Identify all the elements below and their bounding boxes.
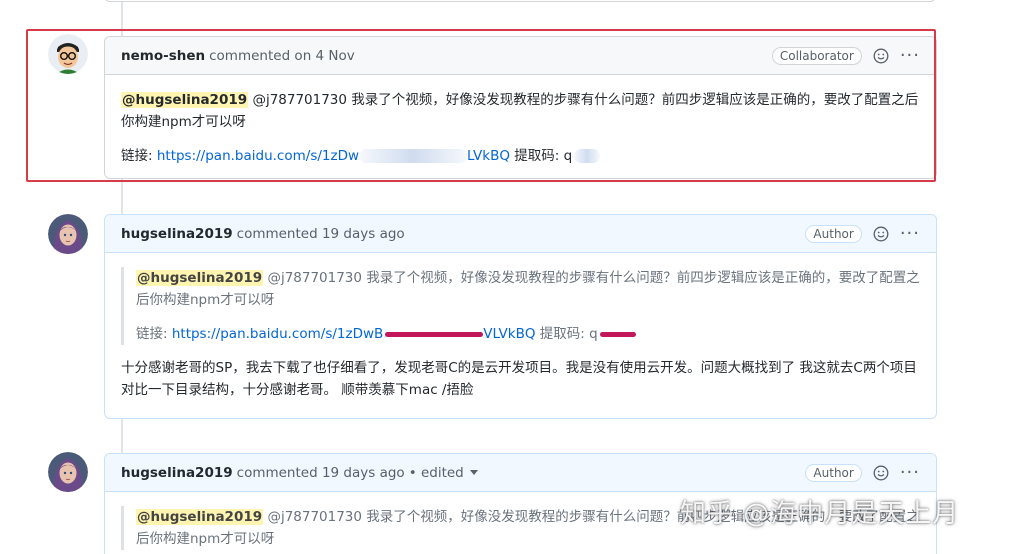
redaction-scribble (385, 331, 484, 337)
code-label: 提取码: (535, 326, 590, 342)
comment-hugselina2019-1: hugselina2019 commented 19 days ago Auth… (104, 214, 937, 419)
edited-label: • edited (408, 464, 464, 481)
avatar-hugselina2019[interactable] (48, 214, 88, 254)
author-badge: Author (805, 463, 862, 482)
previous-comment-bottom (104, 0, 936, 2)
reply-text: 十分感谢老哥的SP，我去下载了也仔细看了，发现老哥C的是云开发项目。我是没有使用… (121, 360, 917, 398)
kebab-icon[interactable]: ··· (900, 224, 920, 242)
edited-dropdown[interactable]: • edited (409, 465, 478, 481)
comment-timestamp[interactable]: commented 19 days ago (237, 465, 405, 481)
smiley-icon[interactable] (872, 225, 890, 243)
watermark: 知乎 @海中月是天上月 (680, 499, 960, 529)
redaction-scribble (599, 331, 636, 337)
caret-down-icon (469, 470, 478, 475)
smiley-icon[interactable] (872, 464, 890, 482)
comment-timestamp[interactable]: commented 19 days ago (237, 226, 405, 242)
share-link-end[interactable]: VLVkBQ (483, 326, 535, 342)
quote-link-row: 链接: https://pan.baidu.com/s/1zDwB VLVkBQ … (136, 323, 920, 345)
mention-link[interactable]: @hugselina2019 (136, 270, 264, 286)
blockquote: @hugselina2019 @j787701730 我录了个视频，好像没发现教… (121, 267, 920, 345)
share-link-start[interactable]: https://pan.baidu.com/s/1zDwB (172, 326, 383, 342)
issue-timeline: nemo-shen commented on 4 Nov Collaborato… (0, 0, 1025, 554)
quote-text: @hugselina2019 @j787701730 我录了个视频，好像没发现教… (136, 267, 920, 311)
highlight-frame (26, 29, 936, 182)
mention-link[interactable]: @hugselina2019 (136, 509, 264, 525)
link-label: 链接: (136, 326, 172, 342)
author-badge: Author (805, 224, 862, 243)
comment-header: hugselina2019 commented 19 days ago • ed… (105, 454, 936, 492)
comment-author[interactable]: hugselina2019 (121, 226, 233, 242)
comment-body: @hugselina2019 @j787701730 我录了个视频，好像没发现教… (105, 253, 936, 413)
comment-author[interactable]: hugselina2019 (121, 465, 233, 481)
kebab-icon[interactable]: ··· (900, 463, 920, 481)
comment-header: hugselina2019 commented 19 days ago Auth… (105, 215, 936, 253)
avatar-hugselina2019[interactable] (48, 452, 88, 492)
code-visible: q (589, 326, 598, 342)
